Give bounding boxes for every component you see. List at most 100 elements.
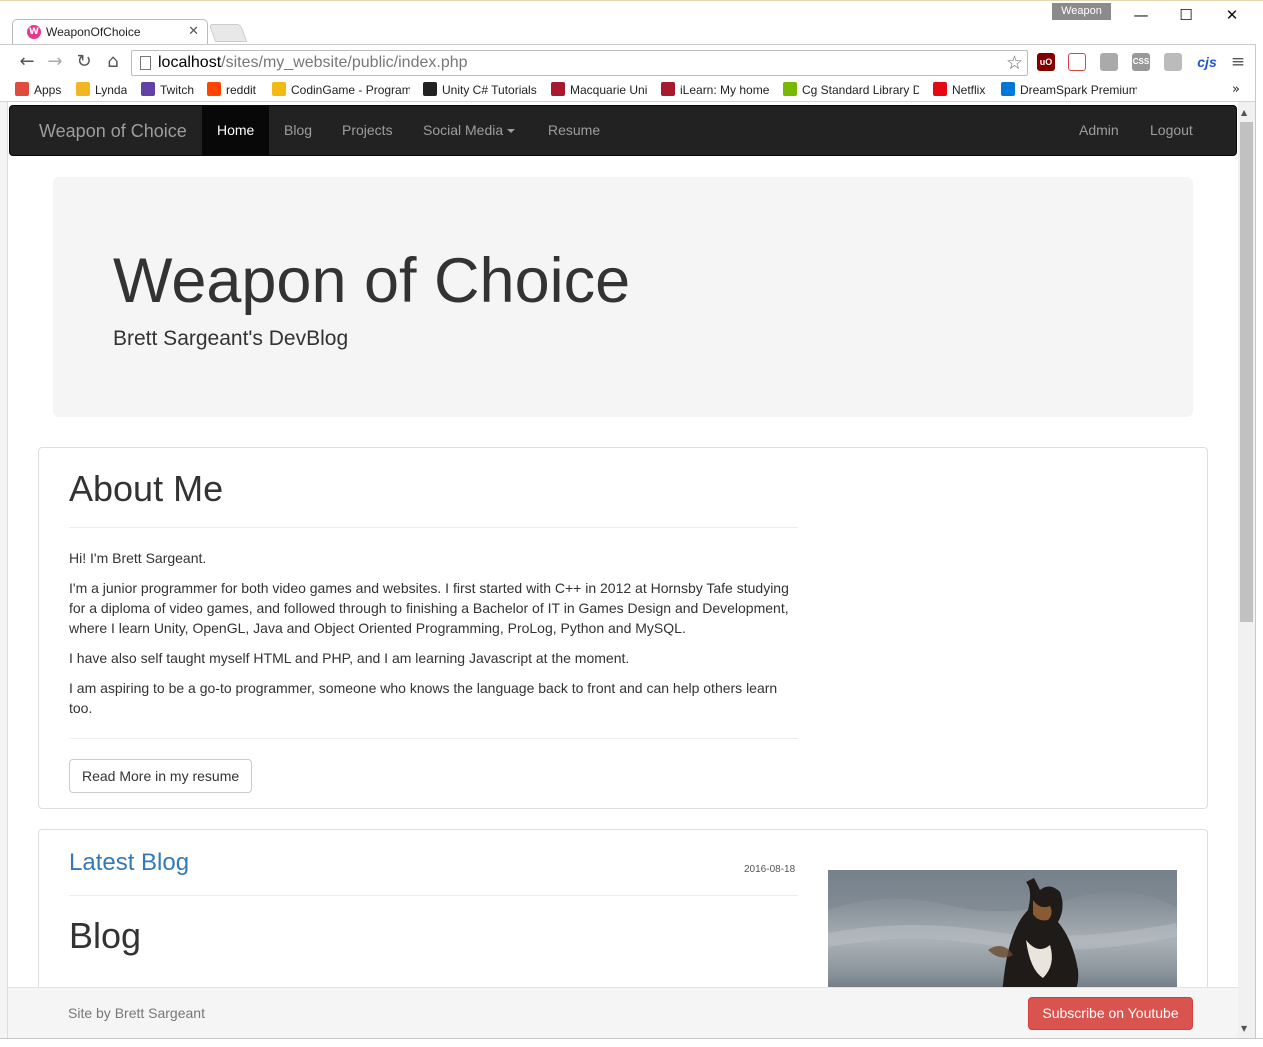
subscribe-youtube-button[interactable]: Subscribe on Youtube [1028, 997, 1193, 1030]
bookmark-label: CodinGame - Program [291, 83, 410, 97]
dreamspark-icon [1001, 82, 1015, 96]
about-panel: About Me Hi! I'm Brett Sargeant. I'm a j… [38, 447, 1208, 809]
nav-blog[interactable]: Blog [269, 106, 327, 155]
nav-social-media-dropdown[interactable]: Social Media [408, 106, 530, 155]
reddit-icon [207, 82, 221, 96]
about-paragraph: Hi! I'm Brett Sargeant. [69, 550, 207, 566]
nav-resume[interactable]: Resume [533, 106, 615, 155]
bookmark-unity[interactable]: Unity C# Tutorials [423, 82, 537, 97]
nav-logout[interactable]: Logout [1135, 106, 1208, 155]
bookmark-star-icon[interactable]: ☆ [1006, 52, 1023, 74]
blog-date: 2016-08-18 [744, 864, 796, 875]
bookmark-label: reddit [226, 83, 257, 97]
background-window-strip [0, 102, 8, 1047]
bookmark-dreamspark[interactable]: DreamSpark Premium [1001, 82, 1137, 97]
bookmark-macquarie[interactable]: Macquarie Uni [551, 82, 647, 97]
netflix-icon [933, 82, 947, 96]
page-icon [140, 56, 151, 70]
about-heading: About Me [69, 468, 224, 509]
reload-icon[interactable]: ↻ [73, 51, 95, 73]
scroll-up-icon[interactable]: ▲ [1241, 108, 1247, 117]
bookmark-label: Twitch [160, 83, 195, 97]
ublock-icon[interactable]: uO [1037, 53, 1055, 71]
divider [69, 527, 798, 528]
bookmark-reddit[interactable]: reddit [207, 82, 256, 97]
caret-down-icon [507, 129, 516, 134]
twitch-icon [141, 82, 155, 96]
url-host: localhost [158, 54, 222, 71]
lynda-icon [76, 82, 90, 96]
bookmark-label: Unity C# Tutorials [442, 83, 537, 97]
apps-grid-icon [15, 82, 29, 96]
bookmarks-bar: Apps Lynda Twitch reddit CodinGame - Pro… [0, 78, 1263, 102]
blog-image[interactable] [828, 870, 1177, 1000]
tab-favicon-icon: W [27, 25, 41, 39]
extension-shield-icon[interactable] [1164, 53, 1182, 71]
window-edge [1255, 44, 1263, 1047]
nav-admin[interactable]: Admin [1064, 106, 1134, 155]
bookmark-netflix[interactable]: Netflix [933, 82, 985, 97]
extension-gray-icon[interactable] [1100, 53, 1118, 71]
tab-title: WeaponOfChoice [46, 25, 141, 39]
bookmark-label: Cg Standard Library D [802, 83, 919, 97]
bookmark-apps[interactable]: Apps [15, 82, 61, 97]
bookmark-lynda[interactable]: Lynda [76, 82, 127, 97]
home-icon[interactable]: ⌂ [102, 51, 124, 73]
maximize-icon[interactable]: ☐ [1166, 3, 1206, 27]
page-viewport: Weapon of Choice Home Blog Projects Soci… [8, 102, 1238, 1038]
minimize-icon[interactable]: — [1121, 3, 1161, 27]
extension-icon[interactable] [1068, 53, 1086, 71]
close-window-icon[interactable]: ✕ [1212, 3, 1252, 27]
nav-social-media-label: Social Media [423, 122, 504, 138]
bookmark-twitch[interactable]: Twitch [141, 82, 194, 97]
about-paragraph: I have also self taught myself HTML and … [69, 650, 630, 666]
scrollbar-thumb[interactable] [1240, 122, 1253, 622]
codingame-icon [272, 82, 286, 96]
browser-tab-active[interactable]: W WeaponOfChoice ✕ [12, 19, 208, 45]
cjs-extension-icon[interactable]: cjs [1196, 53, 1218, 71]
jumbotron-subtitle: Brett Sargeant's DevBlog [113, 327, 349, 350]
url-path: /sites/my_website/public/index.php [221, 54, 468, 71]
bookmark-label: Netflix [952, 83, 986, 97]
cg-icon [783, 82, 797, 96]
page-scrollbar[interactable]: ▲ ▼ [1238, 102, 1255, 1038]
unity-icon [423, 82, 437, 96]
jumbotron: Weapon of Choice Brett Sargeant's DevBlo… [53, 177, 1193, 417]
blog-title: Blog [69, 915, 142, 956]
back-arrow-icon[interactable]: ← [16, 51, 38, 73]
read-more-resume-button[interactable]: Read More in my resume [69, 759, 253, 793]
forward-arrow-icon[interactable]: → [44, 51, 66, 73]
bookmark-label: Macquarie Uni [570, 83, 648, 97]
divider [69, 895, 798, 896]
bookmark-ilearn[interactable]: iLearn: My home [661, 82, 769, 97]
nav-projects[interactable]: Projects [327, 106, 408, 155]
bookmark-label: Apps [34, 83, 62, 97]
url-text: localhost/sites/my_website/public/index.… [158, 54, 468, 72]
navbar-brand[interactable]: Weapon of Choice [39, 121, 187, 142]
bookmark-codingame[interactable]: CodinGame - Program [272, 82, 410, 97]
browser-titlebar: W WeaponOfChoice ✕ Weapon — ☐ ✕ [0, 0, 1263, 45]
bookmark-label: DreamSpark Premium [1020, 83, 1137, 97]
nav-home[interactable]: Home [202, 106, 270, 155]
menu-icon[interactable]: ≡ [1227, 51, 1249, 73]
new-tab-button[interactable] [208, 24, 248, 42]
site-footer: Site by Brett Sargeant Subscribe on Yout… [8, 987, 1238, 1038]
site-navbar: Weapon of Choice Home Blog Projects Soci… [9, 105, 1237, 156]
about-paragraph: I am aspiring to be a go-to programmer, … [69, 680, 778, 716]
tab-close-icon[interactable]: ✕ [188, 23, 199, 39]
about-paragraph: I'm a junior programmer for both video g… [69, 580, 789, 636]
latest-blog-link[interactable]: Latest Blog [69, 849, 189, 877]
window-edge [0, 1038, 1263, 1047]
address-bar[interactable]: localhost/sites/my_website/public/index.… [131, 50, 1028, 76]
profile-badge[interactable]: Weapon [1052, 3, 1111, 20]
footer-credit: Site by Brett Sargeant [68, 1005, 205, 1021]
macquarie-icon [551, 82, 565, 96]
scroll-down-icon[interactable]: ▼ [1241, 1024, 1247, 1033]
bookmark-cg-library[interactable]: Cg Standard Library D [783, 82, 919, 97]
bookmarks-overflow-icon[interactable]: » [1232, 82, 1240, 97]
browser-toolbar: ← → ↻ ⌂ localhost/sites/my_website/publi… [0, 44, 1263, 78]
bookmark-label: iLearn: My home [680, 83, 770, 97]
dog-photo [828, 870, 1177, 1000]
jumbotron-title: Weapon of Choice [113, 246, 631, 316]
css-extension-icon[interactable]: CSS [1132, 53, 1150, 71]
